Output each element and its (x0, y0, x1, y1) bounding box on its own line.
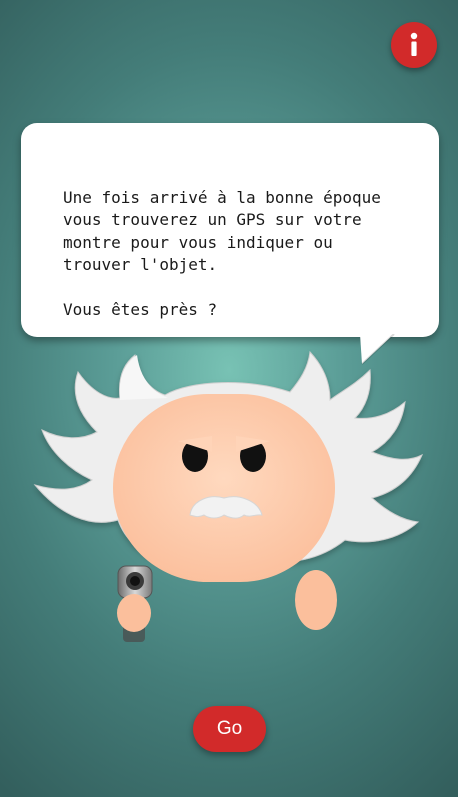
info-icon (410, 32, 418, 56)
info-button[interactable] (391, 22, 437, 68)
hair (33, 350, 424, 563)
right-eye (240, 440, 266, 472)
left-eye (182, 440, 208, 472)
scientist-character (33, 350, 424, 642)
speech-text: Une fois arrivé à la bonne époque vous t… (63, 187, 381, 320)
go-button[interactable]: Go (193, 706, 266, 752)
face (113, 394, 335, 582)
speech-bubble: Une fois arrivé à la bonne époque vous t… (21, 123, 439, 337)
left-hand (117, 594, 151, 632)
pistol-icon (117, 565, 153, 642)
speech-bubble-tail (360, 334, 395, 365)
right-hand (295, 570, 337, 630)
mustache (189, 496, 263, 519)
